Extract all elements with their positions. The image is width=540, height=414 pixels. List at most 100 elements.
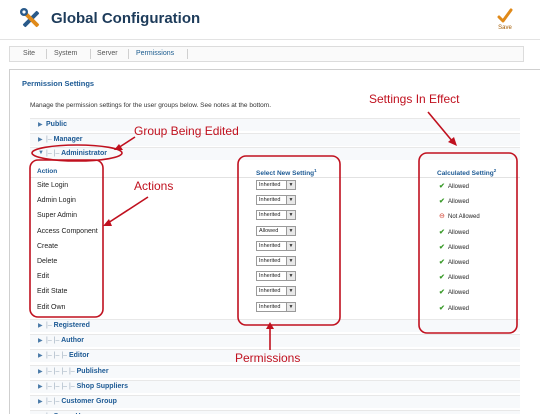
column-header-calculated: Calculated Setting2 xyxy=(437,168,497,178)
tab-permissions[interactable]: Permissions xyxy=(136,50,174,57)
check-icon: ✔ xyxy=(439,243,445,251)
check-icon: ✔ xyxy=(439,198,445,206)
check-icon: ✔ xyxy=(439,228,445,236)
dropdown-arrow-icon: ▼ xyxy=(286,196,295,205)
column-header-action: Action xyxy=(37,168,58,175)
save-button[interactable]: Save xyxy=(492,8,518,36)
setting-value: Inherited xyxy=(259,242,281,249)
expand-arrow-icon: ▶ xyxy=(38,353,43,360)
calculated-setting: ✔ Allowed xyxy=(439,304,470,312)
annotation-actions: Actions xyxy=(134,179,174,193)
setting-select[interactable]: Inherited ▼ xyxy=(256,180,296,190)
check-icon: ✔ xyxy=(439,304,445,312)
setting-select[interactable]: Allowed ▼ xyxy=(256,225,296,236)
tab-divider xyxy=(46,49,47,59)
setting-select[interactable]: Inherited ▼ xyxy=(256,301,296,312)
check-icon: ✔ xyxy=(439,274,445,282)
deny-icon: ⊖ xyxy=(439,213,445,221)
expand-arrow-icon: ▶ xyxy=(38,122,43,128)
group-label: |– |– Administrator xyxy=(46,150,107,157)
action-name: Edit xyxy=(37,273,50,281)
table-row: Super Admin Inherited ▼ ⊖ Not Allowed xyxy=(30,208,520,223)
save-label: Save xyxy=(498,25,512,31)
dropdown-arrow-icon: ▼ xyxy=(286,226,295,235)
tab-divider xyxy=(90,49,91,59)
tab-system[interactable]: System xyxy=(54,50,77,57)
group-row-administrator[interactable]: ▼ |– |– Administrator xyxy=(30,147,520,160)
setting-select[interactable]: Inherited ▼ xyxy=(256,240,296,251)
group-row-publisher[interactable]: ▶ |– |– |– |– Publisher xyxy=(30,364,520,378)
expand-arrow-icon: ▶ xyxy=(38,399,43,405)
annotation-group-edited: Group Being Edited xyxy=(134,124,239,138)
calculated-setting: ✔ Allowed xyxy=(439,198,470,206)
setting-select[interactable]: Inherited ▼ xyxy=(256,271,296,282)
expand-arrow-icon: ▶ xyxy=(38,323,43,329)
table-row: Edit Inherited ▼ ✔ Allowed xyxy=(30,269,520,284)
group-label: |– Registered xyxy=(46,322,90,329)
panel-title: Permission Settings xyxy=(22,79,95,88)
group-row-super-users[interactable]: ▶|– Super Users xyxy=(30,410,520,414)
tab-bar: Site System Server Permissions xyxy=(9,46,524,62)
dropdown-arrow-icon: ▼ xyxy=(286,287,295,296)
dropdown-arrow-icon: ▼ xyxy=(286,181,295,189)
expand-arrow-icon: ▶ xyxy=(38,137,43,143)
group-label: |– |– Author xyxy=(46,337,85,345)
check-icon: ✔ xyxy=(439,289,445,297)
setting-select[interactable]: Inherited ▼ xyxy=(256,256,296,266)
expand-arrow-icon: ▶ xyxy=(38,383,43,390)
table-row: Create Inherited ▼ ✔ Allowed xyxy=(30,239,520,254)
setting-select[interactable]: Inherited ▼ xyxy=(256,195,296,206)
dropdown-arrow-icon: ▼ xyxy=(286,302,295,311)
table-row: Admin Login Inherited ▼ ✔ Allowed xyxy=(30,193,520,208)
group-label: |– |– |– Editor xyxy=(46,352,90,360)
group-row-customer-group[interactable]: ▶ |– |– Customer Group xyxy=(30,395,520,408)
setting-value: Inherited xyxy=(259,288,281,295)
group-row-manager[interactable]: ▶ |– Manager xyxy=(30,133,520,146)
expand-arrow-icon: ▶ xyxy=(38,368,43,375)
check-icon: ✔ xyxy=(439,259,445,266)
setting-value: Inherited xyxy=(259,258,281,264)
table-row: Site Login Inherited ▼ ✔ Allowed xyxy=(30,178,520,193)
action-name: Delete xyxy=(37,258,58,265)
setting-select[interactable]: Inherited ▼ xyxy=(256,286,296,297)
calculated-setting: ✔ Allowed xyxy=(439,289,470,297)
tab-divider xyxy=(187,49,188,59)
table-row: Access Component Allowed ▼ ✔ Allowed xyxy=(30,224,520,239)
setting-value: Inherited xyxy=(259,197,281,204)
dropdown-arrow-icon: ▼ xyxy=(286,211,295,220)
tab-site[interactable]: Site xyxy=(23,50,35,57)
setting-value: Inherited xyxy=(259,303,281,310)
tab-divider xyxy=(128,49,129,59)
group-row-shop-suppliers[interactable]: ▶ |– |– |– |– Shop Suppliers xyxy=(30,379,520,393)
toolbar-header: Global Configuration Save xyxy=(0,0,540,40)
action-name: Create xyxy=(37,242,59,250)
action-name: Admin Login xyxy=(37,197,76,205)
table-row: Edit Own Inherited ▼ ✔ Allowed xyxy=(30,300,520,315)
action-name: Access Component xyxy=(37,227,98,235)
calculated-setting: ⊖ Not Allowed xyxy=(439,213,480,221)
group-label: Public xyxy=(46,121,68,128)
calculated-setting: ✔ Allowed xyxy=(439,243,470,251)
annotation-settings-in-effect: Settings In Effect xyxy=(369,92,460,106)
dropdown-arrow-icon: ▼ xyxy=(286,257,295,265)
calculated-setting: ✔ Allowed xyxy=(439,183,470,190)
group-label: |– |– Customer Group xyxy=(46,398,117,405)
setting-value: Inherited xyxy=(259,212,281,219)
tab-server[interactable]: Server xyxy=(97,50,118,57)
checkmark-icon xyxy=(497,8,513,23)
calculated-setting: ✔ Allowed xyxy=(439,259,470,266)
expand-arrow-icon: ▶ xyxy=(38,338,43,345)
group-row-public[interactable]: ▶ Public xyxy=(30,118,520,131)
dropdown-arrow-icon: ▼ xyxy=(286,272,295,281)
table-row: Edit State Inherited ▼ ✔ Allowed xyxy=(30,284,520,299)
group-row-author[interactable]: ▶ |– |– Author xyxy=(30,334,520,348)
setting-select[interactable]: Inherited ▼ xyxy=(256,210,296,221)
setting-value: Allowed xyxy=(259,227,279,234)
collapse-arrow-icon: ▼ xyxy=(38,150,44,156)
panel-description: Manage the permission settings for the u… xyxy=(30,102,272,109)
action-name: Edit Own xyxy=(37,303,66,311)
action-name: Edit State xyxy=(37,288,68,296)
group-row-registered[interactable]: ▶ |– Registered xyxy=(30,319,520,332)
page-title: Global Configuration xyxy=(51,10,201,27)
group-label: |– |– |– |– Publisher xyxy=(46,367,109,375)
